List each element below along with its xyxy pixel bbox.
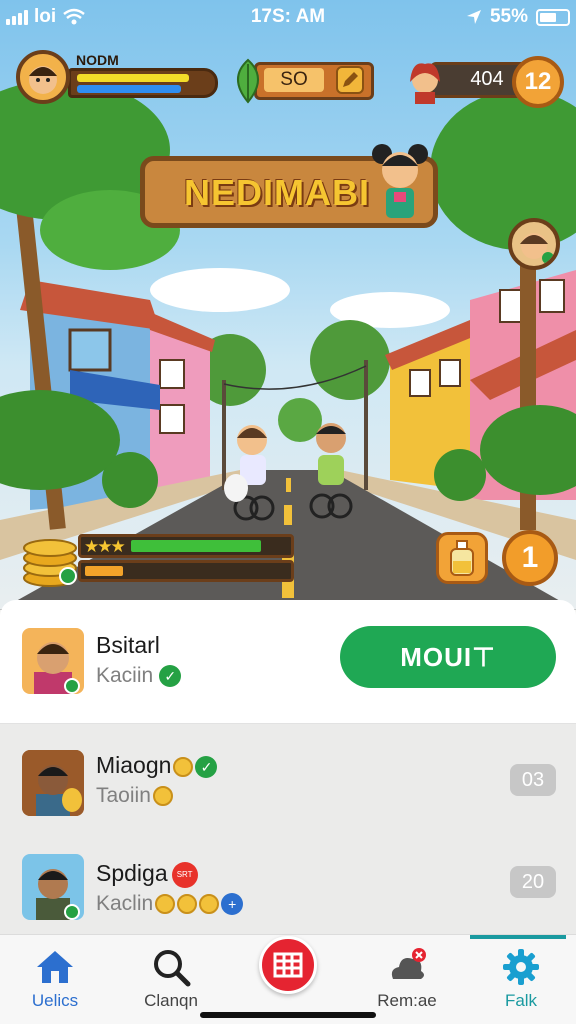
tab-search[interactable]: Clanqn bbox=[116, 935, 226, 1024]
gem-resource[interactable]: 404 12 bbox=[404, 56, 564, 108]
status-bar: loi 17S: AM 55% bbox=[0, 0, 576, 36]
list-item-name: Miaogn ✓ bbox=[96, 752, 218, 779]
player-avatar[interactable] bbox=[16, 50, 70, 104]
list-item-count: 03 bbox=[510, 764, 556, 796]
featured-subtitle: Kaciin ✓ bbox=[96, 664, 182, 688]
battery-percent: 55% bbox=[489, 6, 528, 27]
bottle-icon bbox=[450, 540, 474, 576]
star-rating: ★★★ bbox=[84, 537, 126, 556]
potion-button[interactable] bbox=[436, 532, 488, 584]
friend-avatar-icon bbox=[410, 63, 440, 104]
list-item-avatar bbox=[22, 854, 84, 920]
game-title-sign: NEDIMABI bbox=[140, 144, 438, 232]
new-tag: SRT bbox=[171, 861, 198, 888]
info-icon: + bbox=[221, 893, 244, 916]
home-icon bbox=[37, 951, 73, 983]
list-item-name: Spdiga SRT bbox=[96, 860, 198, 888]
leaf-icon bbox=[237, 58, 259, 104]
edit-icon[interactable] bbox=[336, 66, 364, 94]
list-item-count: 20 bbox=[510, 866, 556, 898]
game-title: NEDIMABI bbox=[184, 172, 370, 213]
tab-label: Rem:ae bbox=[377, 991, 437, 1010]
side-friend-avatar[interactable] bbox=[508, 218, 560, 270]
battery-icon bbox=[536, 8, 570, 26]
resource-value: SO bbox=[264, 68, 324, 92]
coin-stack-icon bbox=[23, 539, 77, 587]
featured-name: Bsitarl bbox=[96, 632, 160, 658]
progress-panel: ★★★ bbox=[20, 526, 294, 588]
list-item-avatar bbox=[22, 750, 84, 816]
health-bar bbox=[77, 74, 190, 82]
home-indicator[interactable] bbox=[200, 1012, 376, 1018]
energy-bar-fill bbox=[85, 566, 123, 576]
player-name: NODM bbox=[76, 52, 119, 68]
coin-icon bbox=[177, 894, 198, 915]
xp-bar-fill bbox=[131, 540, 262, 552]
friend-list: Miaogn ✓ Taoiin 03 Spdiga SRT Kaclin + 20 bbox=[0, 724, 576, 936]
game-scene[interactable]: loi 17S: AM 55% NODM SO 404 12 NEDIMABI … bbox=[0, 0, 576, 610]
coin-icon bbox=[152, 786, 173, 807]
coin-icon bbox=[173, 756, 194, 777]
coin-icon bbox=[199, 894, 220, 915]
cloud-icon bbox=[391, 948, 426, 979]
center-action-button[interactable] bbox=[259, 936, 317, 994]
player-level-badge[interactable]: 12 bbox=[512, 56, 564, 108]
mascot-icon bbox=[372, 144, 428, 218]
tab-label: Uelics bbox=[31, 991, 79, 1010]
verified-icon: ✓ bbox=[195, 755, 218, 778]
location-icon bbox=[466, 10, 481, 24]
tab-label: Clanqn bbox=[144, 991, 198, 1010]
energy-bar bbox=[78, 560, 294, 582]
verified-icon: ✓ bbox=[159, 665, 182, 688]
player-stat-bars bbox=[68, 68, 218, 98]
featured-avatar[interactable] bbox=[22, 628, 84, 694]
list-item-subtitle: Taoiin bbox=[96, 784, 173, 808]
level-button[interactable]: 1 bbox=[502, 530, 558, 586]
grid-icon bbox=[273, 952, 303, 978]
leaf-resource[interactable]: SO bbox=[228, 58, 376, 104]
mount-button[interactable]: MOUI⊤ bbox=[340, 626, 556, 688]
coin-icon bbox=[155, 894, 176, 915]
list-item-subtitle: Kaclin + bbox=[96, 892, 244, 916]
tab-settings[interactable]: Falk bbox=[466, 935, 576, 1024]
gear-icon bbox=[503, 949, 539, 985]
tab-cloud[interactable]: Rem:ae bbox=[352, 935, 462, 1024]
tab-home[interactable]: Uelics bbox=[0, 935, 110, 1024]
tab-label: Falk bbox=[504, 991, 538, 1010]
search-icon bbox=[154, 950, 191, 987]
mana-bar bbox=[77, 85, 181, 93]
player-hud[interactable]: NODM bbox=[16, 50, 218, 106]
